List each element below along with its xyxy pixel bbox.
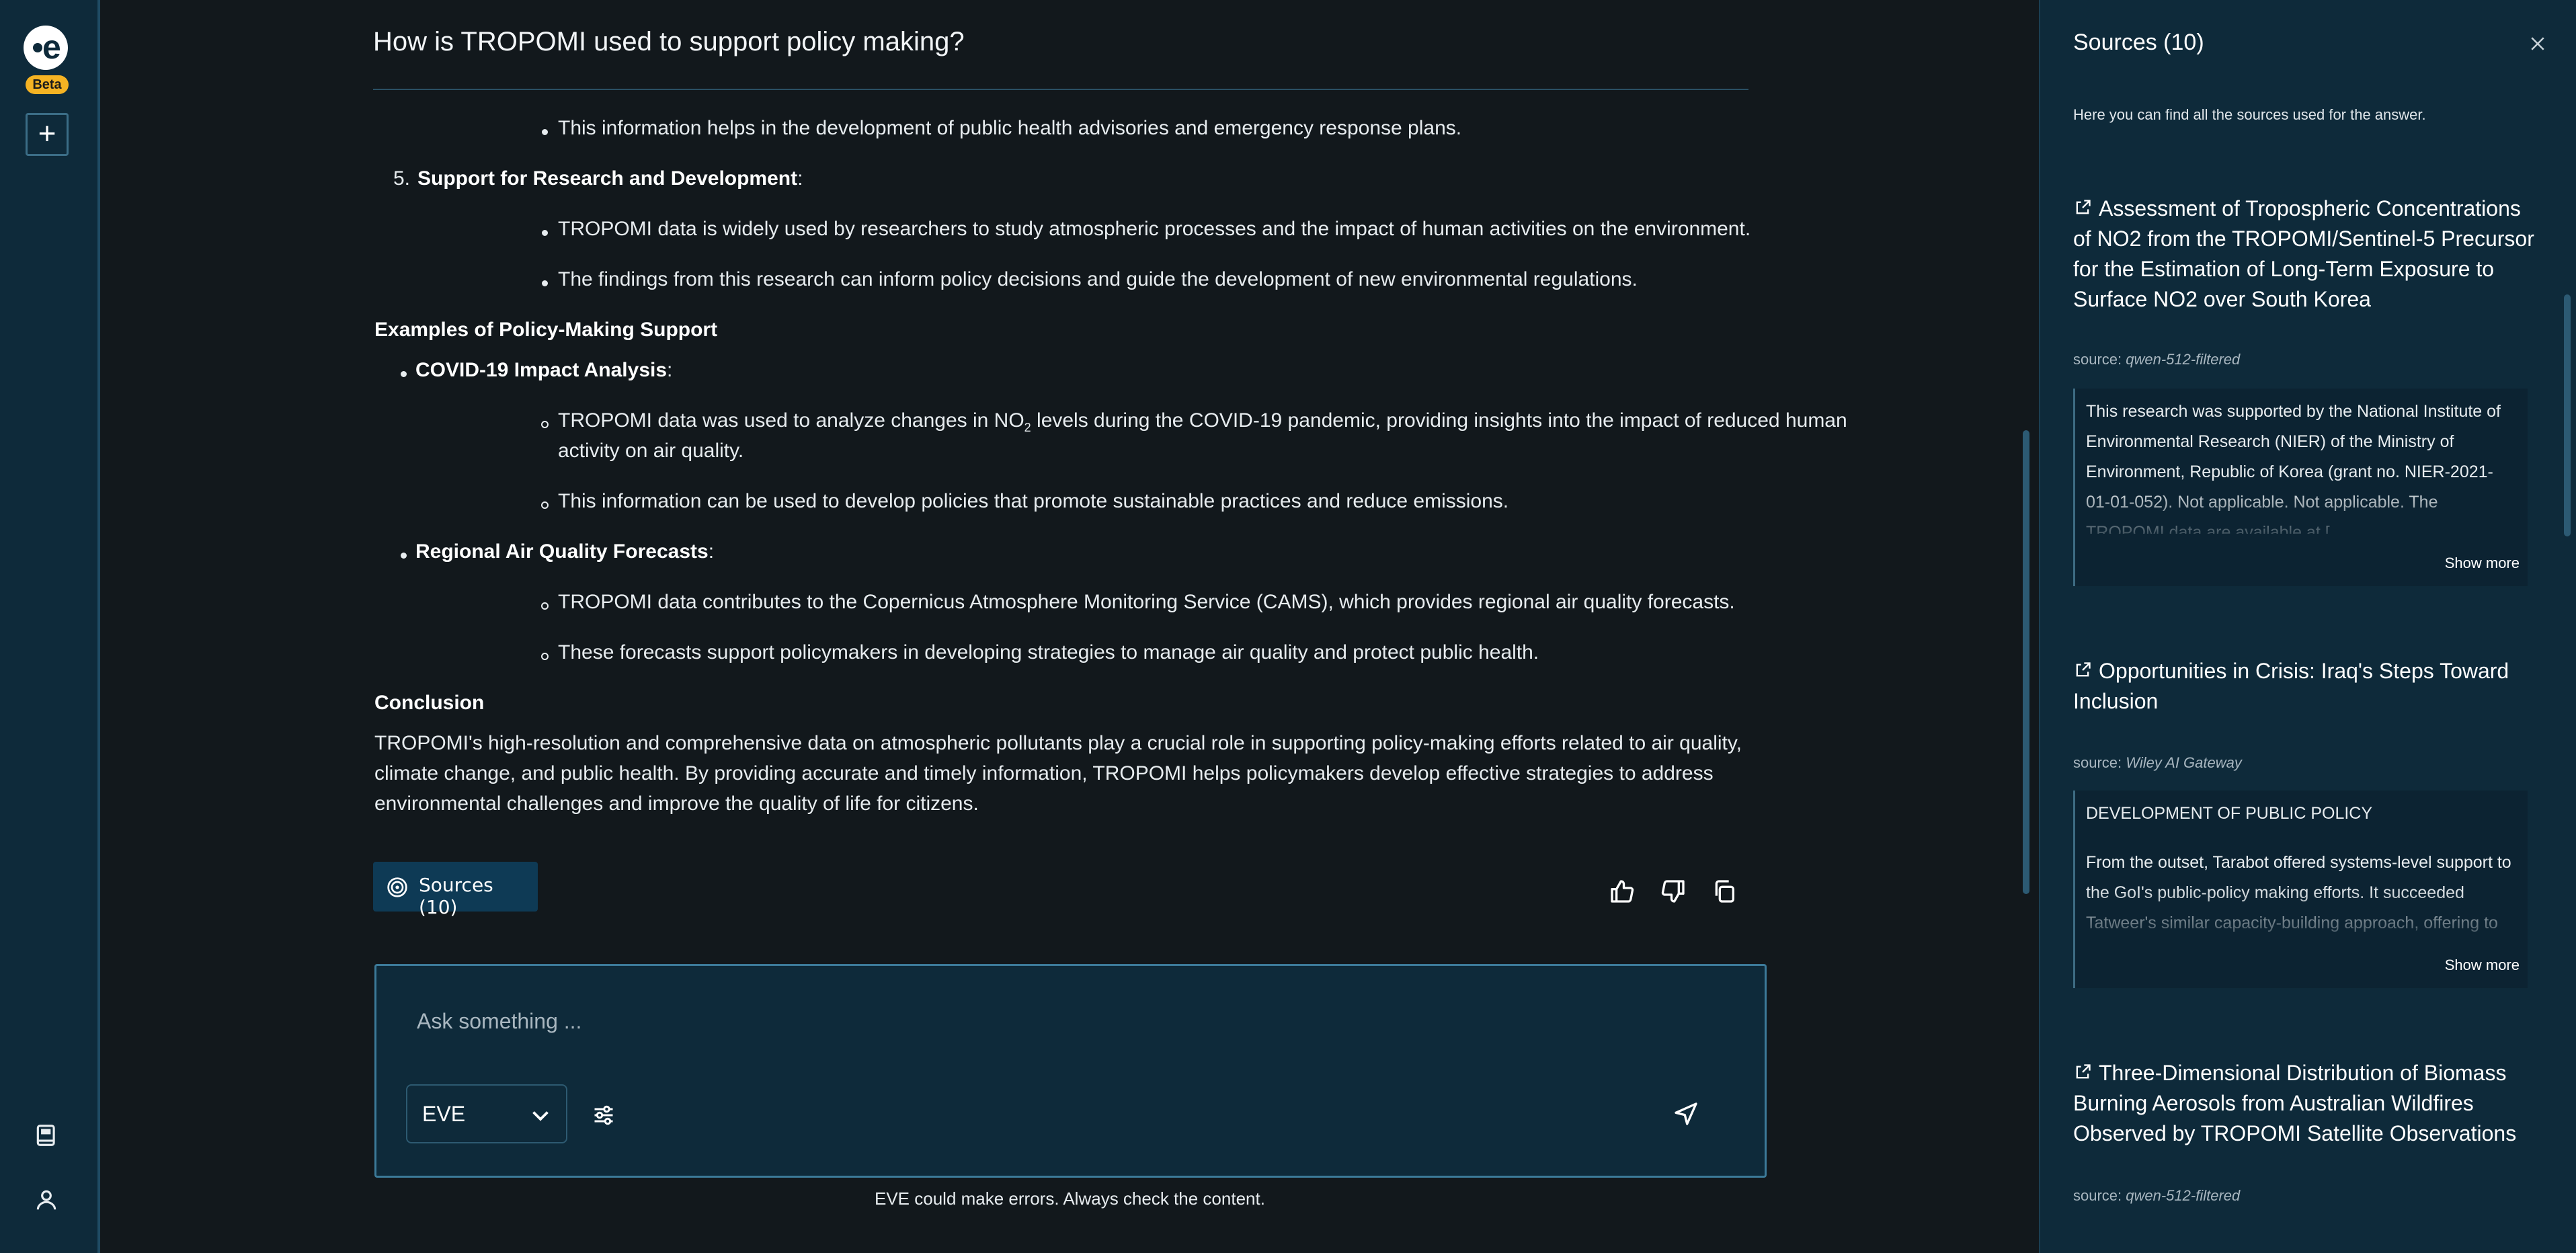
answer-line: TROPOMI data was used to analyze changes…	[558, 409, 1847, 434]
answer-line: TROPOMI data is widely used by researche…	[558, 218, 1751, 240]
chat-input-box[interactable]: Ask something ... EVE	[374, 964, 1767, 1178]
sources-panel: Sources (10) Here you can find all the s…	[2039, 0, 2576, 1253]
sources-button-label: Sources (10)	[419, 874, 493, 918]
external-link-icon	[2076, 1064, 2091, 1079]
chat-input[interactable]: Ask something ...	[417, 1009, 581, 1034]
app-root: e Beta + How is TROPOMI used to support …	[0, 0, 2576, 1253]
list-heading: Support for Research and Development:	[417, 167, 803, 190]
source-title-link[interactable]: Three-Dimensional Distribution of Biomas…	[2073, 1058, 2544, 1149]
answer-line: This information can be used to develop …	[558, 490, 1509, 512]
settings-sliders-icon[interactable]	[592, 1103, 616, 1127]
list-heading: Regional Air Quality Forecasts:	[415, 540, 715, 563]
source-title-link[interactable]: Assessment of Tropospheric Concentration…	[2073, 194, 2544, 315]
sources-button[interactable]: Sources (10)	[373, 862, 538, 918]
section-heading: Conclusion	[374, 692, 485, 714]
answer-line: TROPOMI data contributes to the Copernic…	[558, 591, 1735, 613]
answer-line: This information helps in the developmen…	[558, 117, 1462, 139]
sources-panel-title: Sources (10)	[2073, 30, 2204, 55]
close-icon[interactable]	[2528, 34, 2548, 54]
bullet	[401, 553, 407, 559]
question-divider	[373, 89, 1748, 90]
send-icon[interactable]	[1673, 1100, 1699, 1127]
answer-line: TROPOMI's high-resolution and comprehens…	[374, 732, 1742, 754]
beta-badge: Beta	[26, 75, 69, 94]
source-meta: source: Wiley AI Gateway	[2073, 754, 2242, 771]
answer-line: environmental challenges and improve the…	[374, 793, 979, 815]
excerpt-fade	[2075, 485, 2528, 546]
list-number: 5.	[393, 167, 411, 190]
list-heading: COVID-19 Impact Analysis:	[415, 359, 673, 381]
logo-letter: e	[42, 28, 61, 66]
bullet	[401, 371, 407, 377]
sub-bullet	[541, 421, 549, 428]
source-title-link[interactable]: Opportunities in Crisis: Iraq's Steps To…	[2073, 656, 2544, 717]
chevron-down-icon	[532, 1111, 549, 1121]
source-excerpt: DEVELOPMENT OF PUBLIC POLICY From the ou…	[2073, 791, 2528, 988]
chat-main: How is TROPOMI used to support policy ma…	[103, 0, 2029, 1253]
external-link-icon	[2076, 662, 2091, 677]
answer-line: These forecasts support policymakers in …	[558, 641, 1539, 663]
thumbs-up-icon[interactable]	[1609, 878, 1636, 905]
new-chat-button[interactable]: +	[26, 113, 69, 156]
bullet	[542, 129, 548, 135]
answer-line: climate change, and public health. By pr…	[374, 762, 1714, 784]
show-more-button[interactable]: Show more	[2445, 548, 2520, 578]
bullet	[542, 230, 548, 236]
source-excerpt: This research was supported by the Natio…	[2073, 389, 2528, 586]
sub-bullet	[541, 602, 549, 610]
sub-bullet	[541, 501, 549, 509]
copy-icon[interactable]	[1711, 878, 1738, 905]
excerpt-heading: DEVELOPMENT OF PUBLIC POLICY	[2086, 804, 2373, 823]
external-link-icon	[2076, 200, 2091, 214]
target-icon	[387, 877, 407, 897]
show-more-button[interactable]: Show more	[2445, 950, 2520, 980]
book-icon[interactable]	[34, 1123, 59, 1148]
main-scrollbar[interactable]	[2023, 430, 2029, 894]
left-rail: e Beta +	[0, 0, 100, 1253]
source-meta: source: qwen-512-filtered	[2073, 1187, 2241, 1204]
eve-logo[interactable]: e	[24, 26, 68, 70]
model-select-value: EVE	[422, 1102, 466, 1126]
excerpt-fade	[2075, 887, 2528, 948]
thumbs-down-icon[interactable]	[1660, 878, 1687, 905]
answer-line: The findings from this research can info…	[558, 268, 1638, 290]
question-title: How is TROPOMI used to support policy ma…	[373, 27, 965, 56]
answer-line: activity on air quality.	[558, 440, 744, 462]
logo-dot	[33, 43, 42, 52]
source-meta: source: qwen-512-filtered	[2073, 351, 2241, 368]
section-heading: Examples of Policy-Making Support	[374, 319, 718, 341]
disclaimer-text: EVE could make errors. Always check the …	[875, 1188, 1265, 1209]
user-icon[interactable]	[34, 1187, 59, 1213]
sub-bullet	[541, 653, 549, 660]
bullet	[542, 280, 548, 286]
model-select[interactable]: EVE	[406, 1084, 567, 1143]
sources-panel-subtitle: Here you can find all the sources used f…	[2073, 106, 2426, 123]
sources-scrollbar[interactable]	[2564, 294, 2571, 536]
